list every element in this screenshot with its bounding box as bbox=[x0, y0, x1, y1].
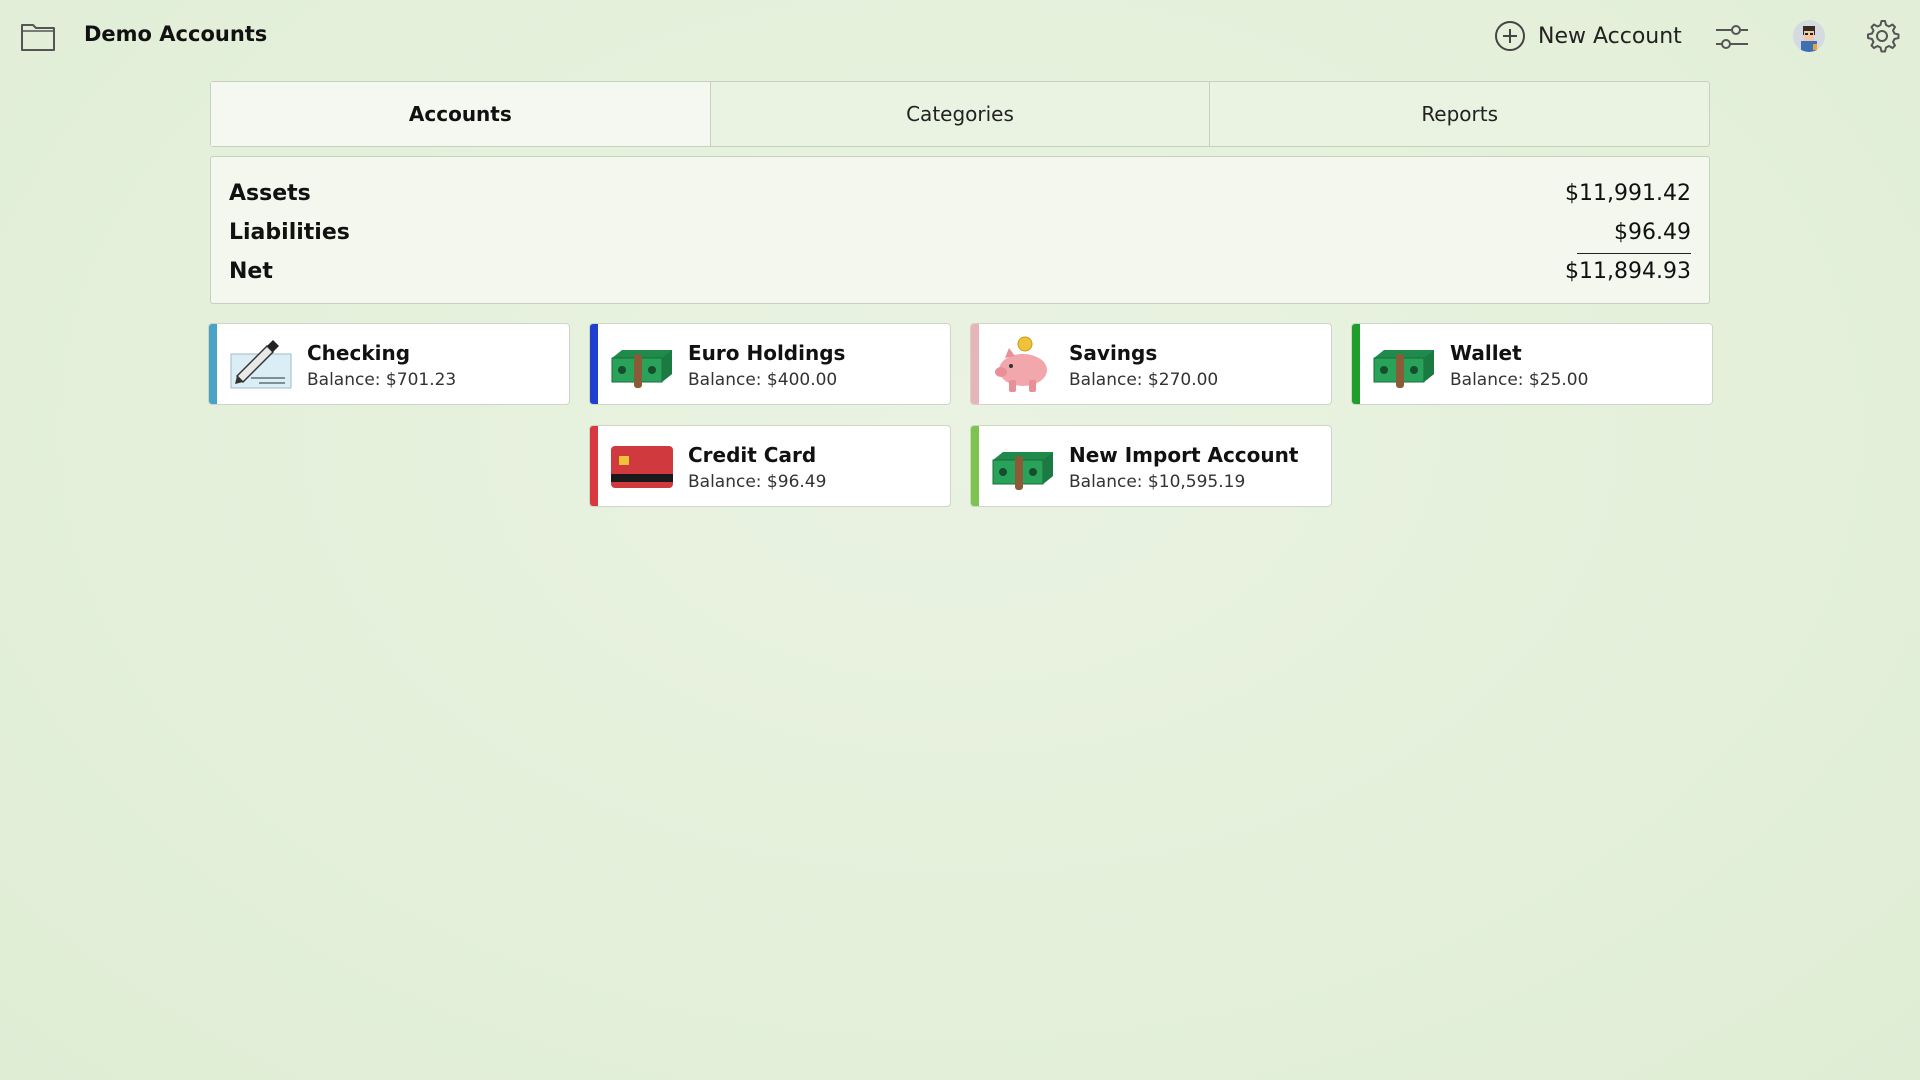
account-color-bar bbox=[209, 324, 217, 404]
assets-value: $11,991.42 bbox=[1565, 180, 1691, 206]
account-name: Savings bbox=[1069, 341, 1158, 365]
tab-bar: Accounts Categories Reports bbox=[210, 81, 1710, 147]
gear-icon[interactable] bbox=[1864, 18, 1900, 54]
cash-icon bbox=[611, 350, 672, 388]
account-balance: Balance: $701.23 bbox=[307, 370, 457, 390]
net-label: Net bbox=[229, 258, 273, 284]
account-card-credit-card[interactable]: Credit Card Balance: $96.49 bbox=[589, 425, 951, 507]
net-value: $11,894.93 bbox=[1565, 258, 1691, 284]
user-avatar[interactable] bbox=[1793, 20, 1825, 52]
account-name: Checking bbox=[307, 341, 411, 365]
account-name: New Import Account bbox=[1069, 443, 1299, 467]
tab-categories[interactable]: Categories bbox=[711, 82, 1211, 146]
balance-summary: Assets $11,991.42 Liabilities $96.49 Net… bbox=[210, 156, 1710, 304]
liabilities-row: Liabilities $96.49 bbox=[229, 214, 1691, 250]
net-row: Net $11,894.93 bbox=[229, 253, 1691, 289]
app-title: Demo Accounts bbox=[84, 22, 268, 46]
account-balance: Balance: $10,595.19 bbox=[1069, 472, 1246, 492]
account-card-new-import-account[interactable]: New Import Account Balance: $10,595.19 bbox=[970, 425, 1332, 507]
new-account-button[interactable]: New Account bbox=[1494, 18, 1682, 54]
check-icon bbox=[230, 340, 292, 389]
account-card-savings[interactable]: Savings Balance: $270.00 bbox=[970, 323, 1332, 405]
liabilities-value: $96.49 bbox=[1614, 219, 1691, 245]
assets-label: Assets bbox=[229, 180, 311, 206]
account-balance: Balance: $400.00 bbox=[688, 370, 838, 390]
account-name: Credit Card bbox=[688, 443, 817, 467]
tab-reports[interactable]: Reports bbox=[1210, 82, 1709, 146]
piggy-bank-icon bbox=[995, 336, 1047, 392]
new-account-label: New Account bbox=[1538, 23, 1682, 49]
account-card-checking[interactable]: Checking Balance: $701.23 bbox=[208, 323, 570, 405]
account-color-bar bbox=[1352, 324, 1360, 404]
account-balance: Balance: $96.49 bbox=[688, 472, 827, 492]
account-card-euro-holdings[interactable]: Euro Holdings Balance: $400.00 bbox=[589, 323, 951, 405]
account-name: Euro Holdings bbox=[688, 341, 846, 365]
account-balance: Balance: $25.00 bbox=[1450, 370, 1589, 390]
tab-accounts[interactable]: Accounts bbox=[211, 82, 711, 146]
add-circle-icon bbox=[1495, 21, 1525, 51]
folder-icon[interactable] bbox=[20, 20, 56, 52]
top-bar: Demo Accounts New Account bbox=[0, 0, 1920, 72]
credit-card-icon bbox=[611, 446, 673, 488]
cash-icon bbox=[992, 452, 1053, 490]
account-color-bar bbox=[971, 324, 979, 404]
account-name: Wallet bbox=[1450, 341, 1522, 365]
cash-icon bbox=[1373, 350, 1434, 388]
account-balance: Balance: $270.00 bbox=[1069, 370, 1219, 390]
account-card-wallet[interactable]: Wallet Balance: $25.00 bbox=[1351, 323, 1713, 405]
sliders-icon[interactable] bbox=[1714, 20, 1750, 54]
account-color-bar bbox=[590, 324, 598, 404]
liabilities-label: Liabilities bbox=[229, 219, 350, 245]
assets-row: Assets $11,991.42 bbox=[229, 175, 1691, 211]
account-color-bar bbox=[971, 426, 979, 506]
account-color-bar bbox=[590, 426, 598, 506]
